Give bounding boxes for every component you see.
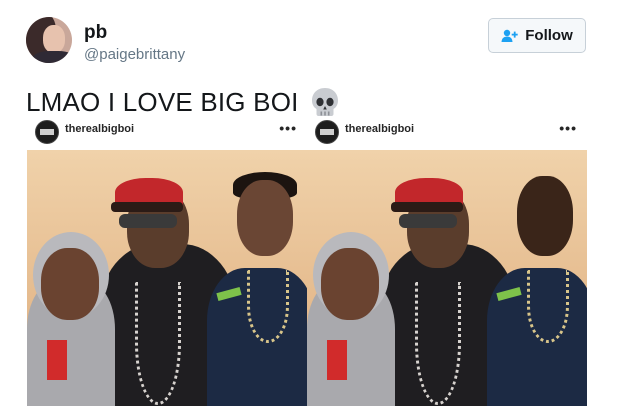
person-right-chain — [247, 270, 289, 343]
sunglasses — [399, 214, 457, 228]
tweet-text-content: LMAO I LOVE BIG BOI — [26, 86, 299, 117]
add-user-icon — [501, 29, 518, 42]
person-left-shirt — [327, 340, 347, 380]
ig-more-icon: ••• — [559, 120, 577, 136]
chain-necklace — [135, 282, 181, 405]
person-left-head — [41, 248, 99, 320]
tweet-text: LMAO I LOVE BIG BOI — [26, 86, 341, 118]
follow-label: Follow — [525, 27, 573, 44]
cap-brim — [391, 202, 463, 212]
crying-face-edit — [517, 176, 573, 256]
ig-header: therealbigboi ••• — [27, 116, 307, 148]
person-right-chain — [527, 270, 569, 343]
follow-button[interactable]: Follow — [488, 18, 586, 53]
ig-avatar — [35, 120, 59, 144]
person-right-head — [237, 180, 293, 256]
person-left-shirt — [47, 340, 67, 380]
ig-more-icon: ••• — [279, 120, 297, 136]
person-left-head — [321, 248, 379, 320]
ig-username: therealbigboi — [65, 123, 135, 135]
user-handle[interactable]: @paigebrittany — [84, 46, 185, 63]
display-name[interactable]: pb — [84, 22, 107, 44]
ig-avatar — [315, 120, 339, 144]
ig-header: therealbigboi ••• — [307, 116, 587, 148]
ig-username: therealbigboi — [345, 123, 415, 135]
tweet-image-right[interactable]: therealbigboi ••• — [307, 116, 587, 406]
chain-necklace — [415, 282, 461, 405]
tweet-image-left[interactable]: therealbigboi ••• — [27, 116, 307, 406]
skull-icon — [311, 88, 338, 116]
avatar-shoulder — [32, 51, 72, 63]
cap-brim — [111, 202, 183, 212]
photo-left — [27, 150, 307, 406]
avatar-face — [43, 25, 65, 53]
avatar[interactable] — [26, 17, 72, 63]
photo-right — [307, 150, 587, 406]
sunglasses — [119, 214, 177, 228]
